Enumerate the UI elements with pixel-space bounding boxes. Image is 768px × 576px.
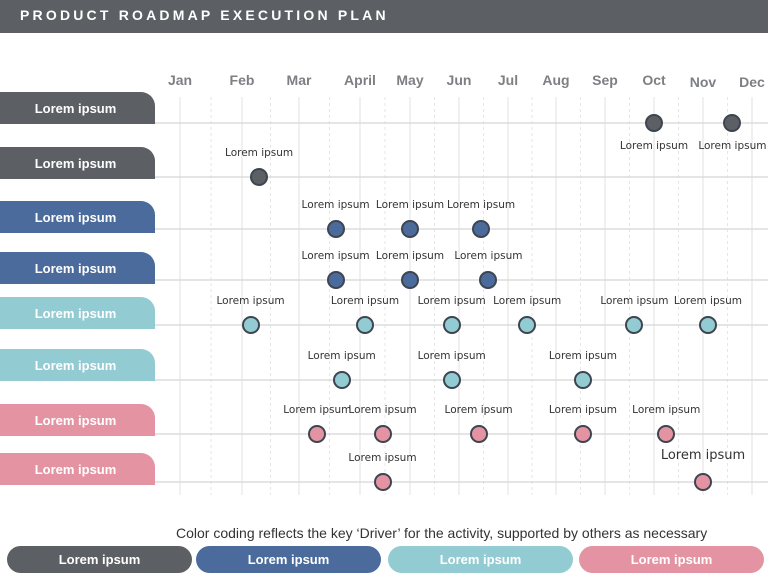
month-label-jul: Jul — [497, 72, 519, 88]
row-label-tab: Lorem ipsum — [0, 252, 155, 284]
row-label-tab: Lorem ipsum — [0, 147, 155, 179]
milestone-dot[interactable] — [326, 271, 345, 289]
milestone-label: Lorem ipsum — [283, 404, 352, 416]
milestone-dot[interactable] — [401, 271, 419, 289]
milestone-label: Lorem ipsum — [548, 350, 618, 362]
milestone-dot[interactable] — [332, 371, 351, 389]
milestone-dot[interactable] — [723, 114, 742, 132]
milestone-label: Lorem ipsum — [330, 295, 400, 307]
milestone-dot[interactable] — [250, 168, 269, 186]
month-label-jun: Jun — [446, 72, 472, 88]
milestone-label: Lorem ipsum — [454, 250, 523, 262]
month-label-dec: Dec — [739, 74, 765, 90]
milestone-dot[interactable] — [657, 425, 676, 443]
milestone-dot[interactable] — [518, 316, 537, 334]
month-label-jan: Jan — [167, 72, 193, 88]
milestone-dot[interactable] — [373, 425, 392, 443]
legend-pill-blue: Lorem ipsum — [196, 546, 381, 573]
month-label-sep: Sep — [592, 72, 618, 88]
milestone-label: Lorem ipsum — [348, 404, 417, 416]
row-label-tab: Lorem ipsum — [0, 297, 155, 329]
milestone-dot[interactable] — [573, 425, 592, 443]
milestone-dot[interactable] — [698, 316, 717, 334]
month-label-feb: Feb — [229, 72, 255, 88]
row-label-tab: Lorem ipsum — [0, 201, 155, 233]
milestone-label: Lorem ipsum — [375, 250, 445, 262]
month-label-nov: Nov — [689, 74, 717, 90]
milestone-dot[interactable] — [308, 425, 327, 443]
milestone-label: Lorem ipsum — [446, 199, 516, 211]
milestone-dot[interactable] — [472, 220, 491, 238]
milestone-label: Lorem ipsum — [660, 448, 746, 463]
row-label-tab: Lorem ipsum — [0, 404, 155, 436]
row-label-tab: Lorem ipsum — [0, 349, 155, 381]
milestone-label: Lorem ipsum — [417, 350, 486, 362]
milestone-label: Lorem ipsum — [225, 147, 294, 159]
milestone-label: Lorem ipsum — [444, 404, 513, 416]
milestone-dot[interactable] — [401, 220, 419, 238]
milestone-label: Lorem ipsum — [600, 295, 669, 307]
month-label-april: April — [344, 72, 376, 88]
milestone-dot[interactable] — [573, 371, 592, 389]
milestone-label: Lorem ipsum — [493, 295, 562, 307]
milestone-label: Lorem ipsum — [216, 295, 285, 307]
milestone-dot[interactable] — [326, 220, 345, 238]
month-label-aug: Aug — [542, 72, 570, 88]
milestone-label: Lorem ipsum — [673, 295, 742, 307]
milestone-dot[interactable] — [241, 316, 260, 334]
milestone-dot[interactable] — [469, 425, 488, 443]
milestone-label: Lorem ipsum — [301, 199, 370, 211]
milestone-dot[interactable] — [442, 371, 461, 389]
milestone-label: Lorem ipsum — [348, 452, 417, 464]
milestone-label: Lorem ipsum — [307, 350, 376, 362]
milestone-dot[interactable] — [356, 316, 374, 334]
legend-pill-teal: Lorem ipsum — [388, 546, 573, 573]
month-label-mar: Mar — [286, 72, 312, 88]
milestone-dot[interactable] — [694, 473, 712, 491]
milestone-dot[interactable] — [479, 271, 498, 289]
milestone-label: Lorem ipsum — [698, 140, 767, 152]
milestone-label: Lorem ipsum — [375, 199, 445, 211]
milestone-label: Lorem ipsum — [301, 250, 370, 262]
legend-pill-pink: Lorem ipsum — [579, 546, 764, 573]
month-label-oct: Oct — [642, 72, 666, 88]
milestone-label: Lorem ipsum — [619, 140, 689, 152]
milestone-dot[interactable] — [442, 316, 461, 334]
milestone-dot[interactable] — [373, 473, 392, 491]
legend-pill-grey: Lorem ipsum — [7, 546, 192, 573]
row-label-tab: Lorem ipsum — [0, 453, 155, 485]
milestone-dot[interactable] — [645, 114, 663, 132]
milestone-label: Lorem ipsum — [548, 404, 618, 416]
month-label-may: May — [396, 72, 424, 88]
footnote: Color coding reflects the key ‘Driver’ f… — [176, 525, 708, 541]
milestone-dot[interactable] — [625, 316, 644, 334]
milestone-label: Lorem ipsum — [632, 404, 701, 416]
row-label-tab: Lorem ipsum — [0, 92, 155, 124]
milestone-label: Lorem ipsum — [417, 295, 486, 307]
